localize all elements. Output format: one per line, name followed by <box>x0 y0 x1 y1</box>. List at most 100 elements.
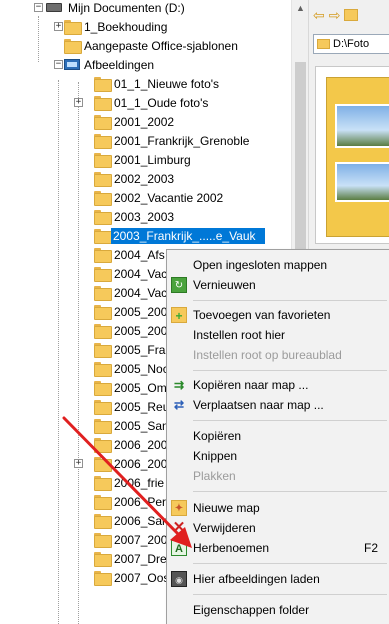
menu-separator <box>193 563 387 564</box>
menu-separator <box>193 370 387 371</box>
tree-row-office-sjablonen[interactable]: Aangepaste Office-sjablonen <box>0 37 291 56</box>
tree-label[interactable]: 2005_200 <box>112 323 169 339</box>
tree-label[interactable]: Aangepaste Office-sjablonen <box>82 38 240 54</box>
menu-item-delete[interactable]: ✕ Verwijderen <box>167 518 389 538</box>
tree-label[interactable]: 2001_Limburg <box>112 152 193 168</box>
menu-item-label: Kopiëren <box>193 429 242 443</box>
tree-label[interactable]: 2002_Vacantie 2002 <box>112 190 225 206</box>
tree-row[interactable]: 2001_2002 <box>0 113 291 132</box>
drive-icon <box>46 3 62 12</box>
tree-label-root[interactable]: Mijn Documenten (D:) <box>66 0 187 16</box>
path-field[interactable]: D:\Foto <box>313 34 389 54</box>
menu-item-add-favorites[interactable]: + Toevoegen van favorieten <box>167 305 389 325</box>
folder-icon <box>94 400 112 415</box>
tree-label[interactable]: 2005_Om <box>112 380 169 396</box>
folder-icon <box>94 153 112 168</box>
menu-item-label: Instellen root op bureaublad <box>193 348 342 362</box>
tree-row[interactable]: + 01_1_Oude foto's <box>0 94 291 113</box>
scrollbar-thumb[interactable] <box>295 62 306 262</box>
tree-row-afbeeldingen[interactable]: − Afbeeldingen <box>0 56 291 75</box>
tree-row[interactable]: 2002_2003 <box>0 170 291 189</box>
tree-label[interactable]: 2006_200 <box>112 456 169 472</box>
tree-label[interactable]: 1_Boekhouding <box>82 19 169 35</box>
collapse-icon[interactable]: − <box>34 3 43 12</box>
tree-label[interactable]: 2003_2003 <box>112 209 176 225</box>
tree-label[interactable]: 2005_Noc <box>112 361 171 377</box>
arrow-left-icon[interactable]: ⇦ <box>313 5 325 27</box>
tree-label[interactable]: 2005_San <box>112 418 171 434</box>
menu-item-label: Toevoegen van favorieten <box>193 308 331 322</box>
menu-item-paste: Plakken <box>167 466 389 486</box>
menu-item-move-to-folder[interactable]: ⇄ Verplaatsen naar map ... <box>167 395 389 415</box>
tree-row[interactable]: 2001_Limburg <box>0 151 291 170</box>
collapse-icon[interactable]: − <box>54 60 63 69</box>
menu-item-set-root-desktop: Instellen root op bureaublad <box>167 345 389 365</box>
expand-icon[interactable]: + <box>54 22 63 31</box>
tree-label[interactable]: 2006_frie <box>112 475 166 491</box>
folder-icon <box>64 39 82 54</box>
menu-item-refresh[interactable]: ↻ Vernieuwen <box>167 275 389 295</box>
folder-icon <box>94 134 112 149</box>
copy-to-folder-icon: ⇉ <box>173 378 185 392</box>
folder-icon <box>94 324 112 339</box>
expand-icon[interactable]: + <box>74 459 83 468</box>
thumbnail-frame[interactable] <box>315 66 389 244</box>
tree-label[interactable]: 2007_Dre <box>112 551 169 567</box>
tree-label[interactable]: 2006_San <box>112 513 171 529</box>
folder-icon <box>94 495 112 510</box>
folder-icon <box>94 229 112 244</box>
tree-label[interactable]: 01_1_Oude foto's <box>112 95 210 111</box>
menu-item-rename[interactable]: A Herbenoemen F2 <box>167 538 389 558</box>
folder-up-icon[interactable] <box>344 9 359 21</box>
menu-separator <box>193 420 387 421</box>
menu-item-set-root[interactable]: Instellen root hier <box>167 325 389 345</box>
tree-label[interactable]: 2005_Reu <box>112 399 171 415</box>
menu-item-cut[interactable]: Knippen <box>167 446 389 466</box>
rename-icon: A <box>171 540 187 556</box>
photo-thumbnail <box>335 104 389 148</box>
arrow-right-icon[interactable]: ⇨ <box>329 5 341 27</box>
tree-row-boekhouding[interactable]: + 1_Boekhouding <box>0 18 291 37</box>
tree-label[interactable]: 2005_Fra <box>112 342 167 358</box>
tree-row[interactable]: 2003_2003 <box>0 208 291 227</box>
move-to-folder-icon: ⇄ <box>173 398 185 412</box>
tree-label[interactable]: 2007_200 <box>112 532 169 548</box>
expand-icon[interactable]: + <box>74 98 83 107</box>
tree-label[interactable]: 2004_Vac <box>112 266 169 282</box>
tree-label[interactable]: 2001_Frankrijk_Grenoble <box>112 133 251 149</box>
menu-item-copy-to-folder[interactable]: ⇉ Kopiëren naar map ... <box>167 375 389 395</box>
menu-item-label: Nieuwe map <box>193 501 260 515</box>
tree-row[interactable]: 2002_Vacantie 2002 <box>0 189 291 208</box>
tree-label[interactable]: 2007_Oos <box>112 570 171 586</box>
tree-label[interactable]: 2002_2003 <box>112 171 176 187</box>
menu-item-folder-properties[interactable]: Eigenschappen folder <box>167 600 389 620</box>
tree-label[interactable]: 2004_Afs <box>112 247 167 263</box>
tree-label[interactable]: 2004_Vac <box>112 285 169 301</box>
context-menu: Open ingesloten mappen ↻ Vernieuwen + To… <box>166 249 389 624</box>
tree-row-selected[interactable]: 2003_Frankrijk_.....e_Vauk <box>0 227 291 246</box>
menu-item-label: Instellen root hier <box>193 328 286 342</box>
tree-label[interactable]: 2005_200 <box>112 304 169 320</box>
menu-item-open-subfolders[interactable]: Open ingesloten mappen <box>167 255 389 275</box>
tree-label[interactable]: 2006_Per <box>112 494 168 510</box>
tree-label[interactable]: 2006_200 <box>112 437 169 453</box>
folder-icon <box>317 39 330 49</box>
menu-item-label: Verplaatsen naar map ... <box>193 398 324 412</box>
menu-item-new-folder[interactable]: ✦ Nieuwe map <box>167 498 389 518</box>
tree-row-root[interactable]: − Mijn Documenten (D:) <box>0 0 291 18</box>
menu-item-label: Kopiëren naar map ... <box>193 378 309 392</box>
menu-item-copy[interactable]: Kopiëren <box>167 426 389 446</box>
menu-item-load-images[interactable]: ◉ Hier afbeeldingen laden <box>167 569 389 589</box>
tree-row[interactable]: 01_1_Nieuwe foto's <box>0 75 291 94</box>
scroll-up-icon[interactable]: ▲ <box>292 0 309 17</box>
folder-icon <box>94 286 112 301</box>
tree-label[interactable]: 01_1_Nieuwe foto's <box>112 76 221 92</box>
tree-label[interactable]: Afbeeldingen <box>82 57 156 73</box>
menu-item-label: Herbenoemen <box>193 541 270 555</box>
tree-row[interactable]: 2001_Frankrijk_Grenoble <box>0 132 291 151</box>
tree-label-selected[interactable]: 2003_Frankrijk_.....e_Vauk <box>111 228 265 244</box>
photo-thumbnail <box>335 162 389 202</box>
tree-label[interactable]: 2001_2002 <box>112 114 176 130</box>
folder-icon <box>94 438 112 453</box>
folder-icon <box>94 210 112 225</box>
